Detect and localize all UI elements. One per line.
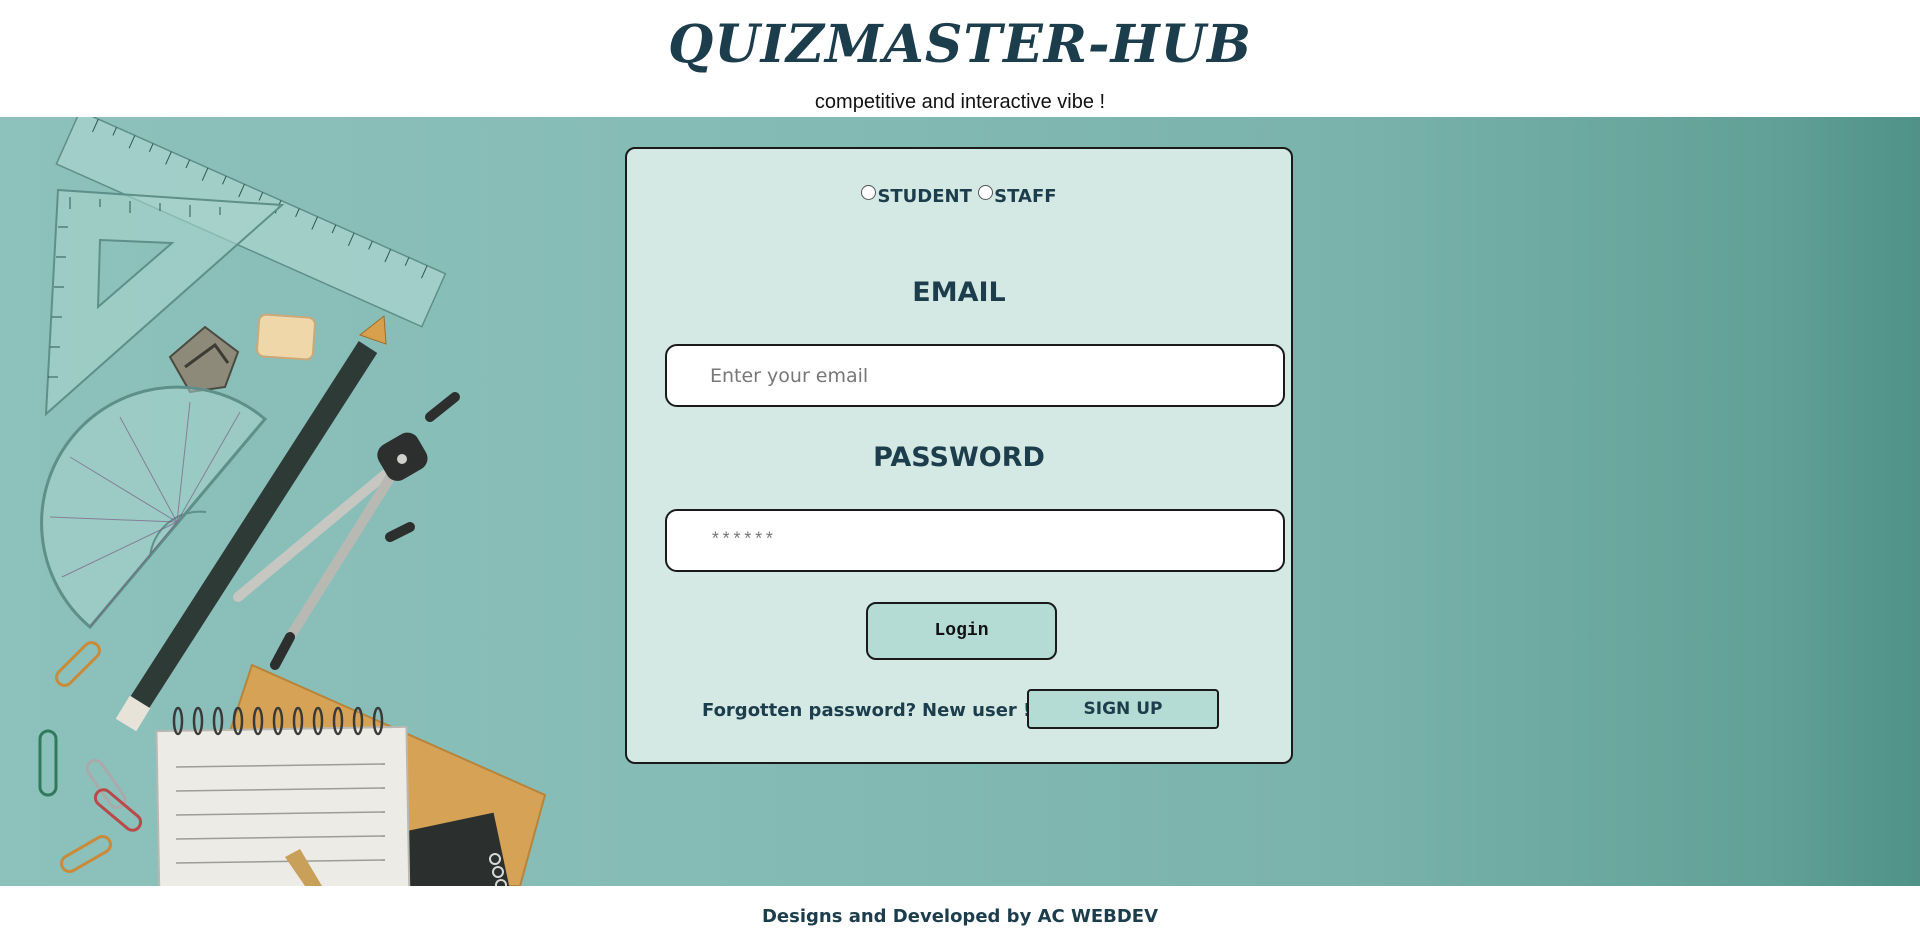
site-tagline: competitive and interactive vibe ! [814,91,1106,113]
new-user-text: New user ! [922,700,1032,721]
compass-icon [233,392,460,670]
signup-button[interactable]: SIGN UP [1027,689,1219,729]
footer-credit: Designs and Developed by AC WEBDEV [761,906,1159,927]
eraser-icon [256,313,316,361]
student-radio[interactable] [861,185,877,200]
paper-clips-icon [38,641,143,873]
role-selector: STUDENT STAFF [627,185,1291,207]
staff-radio-label[interactable]: STAFF [994,186,1056,207]
email-input[interactable] [665,344,1285,407]
site-title: QUIZMASTER-HUB [668,14,1252,75]
site-header: QUIZMASTER-HUB competitive and interacti… [0,0,1920,117]
sharpener-icon [168,325,240,394]
student-radio-label[interactable]: STUDENT [877,186,971,207]
password-input[interactable] [665,509,1285,572]
forgot-password-link[interactable]: Forgotten password? [702,700,916,721]
staff-radio[interactable] [978,185,994,200]
password-label: PASSWORD [873,442,1045,473]
email-label: EMAIL [912,277,1006,308]
account-links-row: Forgotten password? New user ! SIGN UP [627,689,1291,729]
login-card: STUDENT STAFF EMAIL PASSWORD Login Forgo… [625,147,1293,764]
set-square-icon [44,188,285,417]
protractor-icon [40,385,268,630]
hero-section: STUDENT STAFF EMAIL PASSWORD Login Forgo… [0,117,1920,886]
spiral-notepad-icon [155,706,411,886]
login-button[interactable]: Login [866,602,1057,660]
site-footer: Designs and Developed by AC WEBDEV [0,886,1920,932]
